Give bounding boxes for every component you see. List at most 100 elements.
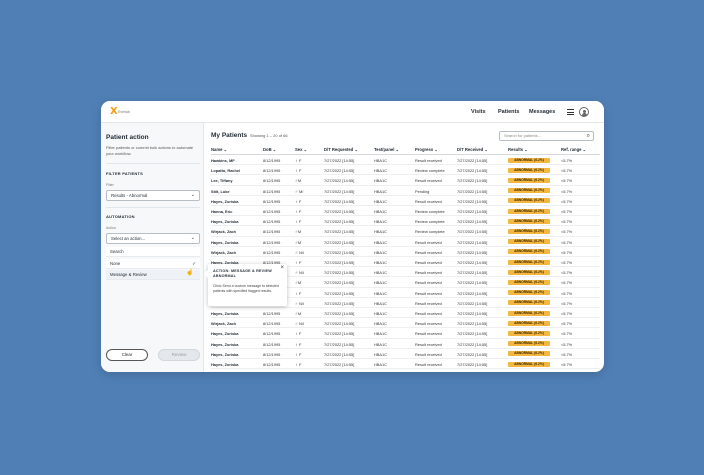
column-header-progress[interactable]: Progress ⌄	[415, 147, 438, 152]
table-row[interactable]: Hayes, Zoriska 8/12/1995 ♀ F 7/27/2022 [14:…	[211, 196, 600, 206]
cell-ref-range: <5.7%	[561, 290, 573, 296]
cell-name[interactable]: Hawkins, MF	[211, 158, 235, 163]
cell-test: HBA1C	[374, 178, 387, 184]
table-row[interactable]: Lopatto, Rachel 8/12/1995 ♀ F 7/27/2022 [14…	[211, 165, 600, 176]
dropdown-option-search[interactable]: Search	[106, 247, 200, 257]
avatar-icon[interactable]	[579, 107, 589, 117]
cell-test: HBA1C	[374, 331, 387, 337]
menu-icon[interactable]	[567, 109, 574, 115]
table-header: Name ⌄ DoB ⌄ Sex ⌄ D/T Requested ⌄ Test/…	[211, 145, 600, 155]
cell-progress: Result received	[415, 351, 442, 357]
column-header-received[interactable]: D/T Received ⌄	[457, 147, 488, 152]
table-row[interactable]: Hayes, Zoriska 8/12/1995 ♀ F 7/27/2022 [14:…	[211, 216, 600, 227]
search-icon[interactable]: ⌕	[587, 132, 590, 140]
table-row[interactable]: Hanna, Eric 8/12/1995 ♀ F 7/27/2022 [14:55]…	[211, 206, 600, 217]
cell-name[interactable]: Wirjack, Zach	[211, 229, 236, 234]
cell-requested: 7/27/2022 [14:55]	[324, 219, 355, 225]
nav-patients[interactable]: Patients	[498, 107, 519, 117]
column-header-ref-range[interactable]: Ref. range ⌄	[561, 147, 586, 152]
result-badge: ABNORMAL (6.2%)	[508, 320, 550, 326]
brand-logo[interactable]: X Everlab	[110, 106, 136, 118]
patient-search-input[interactable]: Search for patients... ⌕	[499, 131, 594, 141]
divider	[106, 163, 200, 164]
filter-select[interactable]: Results - Abnormal ⌄	[106, 190, 200, 201]
cell-name[interactable]: Lopatto, Rachel	[211, 168, 240, 173]
dropdown-option-none[interactable]: None ✓	[106, 259, 200, 269]
cell-sex: ♀ F	[295, 158, 302, 163]
tooltip-title: ACTION: MESSAGE & REVIEW ABNORMAL	[213, 269, 272, 278]
cell-test: HBA1C	[374, 270, 387, 276]
chevron-down-icon: ⌄	[190, 192, 195, 198]
cell-ref-range: <5.7%	[561, 311, 573, 316]
cell-test: HBA1C	[374, 219, 387, 225]
cell-name[interactable]: Wirjack, Zach	[211, 321, 236, 326]
cell-requested: 7/27/2022 [14:55]	[324, 351, 355, 357]
cell-name[interactable]: Wirjack, Zach	[211, 250, 236, 255]
cell-name[interactable]: Hayes, Zoriska	[211, 331, 238, 336]
cell-progress: Result received	[415, 280, 442, 286]
cell-sex: ♂ N/I	[295, 270, 304, 276]
table-row[interactable]: Hayes, Zoriska 8/12/1995 ♂M 7/27/2022 [14:5…	[211, 308, 600, 319]
column-header-sex[interactable]: Sex ⌄	[295, 147, 307, 152]
cell-received: 7/27/2022 [14:55]	[457, 280, 488, 286]
cell-name[interactable]: Stilt, Luke	[211, 189, 230, 194]
table-row[interactable]: Hayes, Zoriska 8/12/1995 ♀ F 7/27/2022 [14:…	[211, 359, 600, 370]
cell-name[interactable]: Hayes, Zoriska	[211, 240, 238, 245]
cell-received: 7/27/2022 [14:55]	[457, 198, 488, 204]
cell-sex: ♀ F	[295, 219, 302, 225]
cell-name[interactable]: Hayes, Zoriska	[211, 311, 238, 316]
table-row[interactable]: Hayes, Zoriska 8/12/1995 ♂M 7/27/2022 [14:5…	[211, 237, 600, 247]
cell-dob: 8/12/1995	[263, 229, 281, 235]
close-icon[interactable]: ×	[280, 265, 284, 271]
column-header-requested[interactable]: D/T Requested ⌄	[324, 147, 358, 152]
table-row[interactable]: Wirjack, Zach 8/12/1995 ♂ N/I 7/27/2022 [14…	[211, 247, 600, 257]
nav-messages[interactable]: Messages	[529, 107, 555, 117]
table-row[interactable]: Hawkins, MF 8/12/1995 ♀ F 7/27/2022 [14:55]…	[211, 155, 600, 166]
nav-visits[interactable]: Visits	[471, 107, 486, 117]
cell-name[interactable]: Hayes, Zoriska	[211, 352, 238, 357]
dropdown-option-label: None	[110, 261, 121, 266]
table-row[interactable]: Wirjack, Zach 8/12/1995 ♂ N/I 7/27/2022 [14…	[211, 318, 600, 329]
cell-test: HBA1C	[374, 188, 387, 194]
cell-name[interactable]: Hayes, Zoriska	[211, 342, 238, 347]
cell-name[interactable]: Hayes, Zoriska	[211, 219, 238, 224]
table-row[interactable]: Hayes, Zoriska 8/12/1995 ♀ F 7/27/2022 [14:…	[211, 339, 600, 349]
result-badge: ABNORMAL (6.2%)	[508, 218, 550, 224]
cell-name[interactable]: Hayes, Zoriska	[211, 199, 238, 204]
table-row[interactable]: Wirjack, Zach 8/12/1995 ♂M 7/27/2022 [14:55…	[211, 226, 600, 237]
column-header-dob[interactable]: DoB ⌄	[263, 147, 276, 152]
cell-test: HBA1C	[374, 351, 387, 357]
cell-sex: ♀ F	[295, 168, 302, 174]
logo-mark: X	[110, 106, 118, 117]
cell-progress: Result received	[415, 341, 442, 347]
action-select[interactable]: Select an action... ⌄	[106, 233, 200, 244]
review-button[interactable]: Review	[158, 349, 200, 361]
cell-name[interactable]: Hayes, Zoriska	[211, 362, 238, 367]
clear-button[interactable]: Clear	[106, 349, 148, 361]
cell-name[interactable]: Lee, Tiffany	[211, 178, 233, 183]
patient-action-sidebar: Patient action Filter patients or commit…	[101, 123, 204, 372]
cell-test: HBA1C	[374, 311, 387, 316]
cell-progress: Result received	[415, 249, 442, 255]
column-header-results[interactable]: Results ⌄	[508, 147, 528, 152]
cell-sex: ♂M	[295, 239, 302, 245]
result-badge: ABNORMAL (6.2%)	[508, 259, 550, 265]
cell-received: 7/27/2022 [14:55]	[457, 209, 488, 214]
dropdown-option-label: Search	[110, 249, 124, 254]
column-header-test[interactable]: Test/panel ⌄	[374, 147, 399, 152]
table-row[interactable]: Stilt, Luke 8/12/1995 ♂ M/7/27/2022 [14:55…	[211, 186, 600, 196]
cell-test: HBA1C	[374, 300, 387, 306]
result-badge: ABNORMAL (6.2%)	[508, 361, 550, 367]
table-row[interactable]: Hayes, Zoriska 8/12/1995 ♀ F 7/27/2022 [14:…	[211, 328, 600, 339]
column-header-name[interactable]: Name ⌄	[211, 147, 227, 152]
cell-progress: Pending	[415, 188, 430, 194]
action-tooltip: × ACTION: MESSAGE & REVIEW ABNORMAL Clin…	[204, 264, 287, 306]
cell-test: HBA1C	[374, 229, 387, 235]
cell-sex: ♀ F	[295, 290, 302, 296]
result-badge: ABNORMAL (6.2%)	[508, 157, 550, 163]
result-badge: ABNORMAL (6.2%)	[508, 188, 550, 194]
cell-name[interactable]: Hanna, Eric	[211, 209, 232, 214]
logo-text: Everlab	[118, 110, 130, 114]
table-row[interactable]: Lee, Tiffany 8/12/1995 ♂M 7/27/2022 [14:55]…	[211, 175, 600, 186]
table-row[interactable]: Hayes, Zoriska 8/12/1995 ♀ F 7/27/2022 [14:…	[211, 349, 600, 359]
